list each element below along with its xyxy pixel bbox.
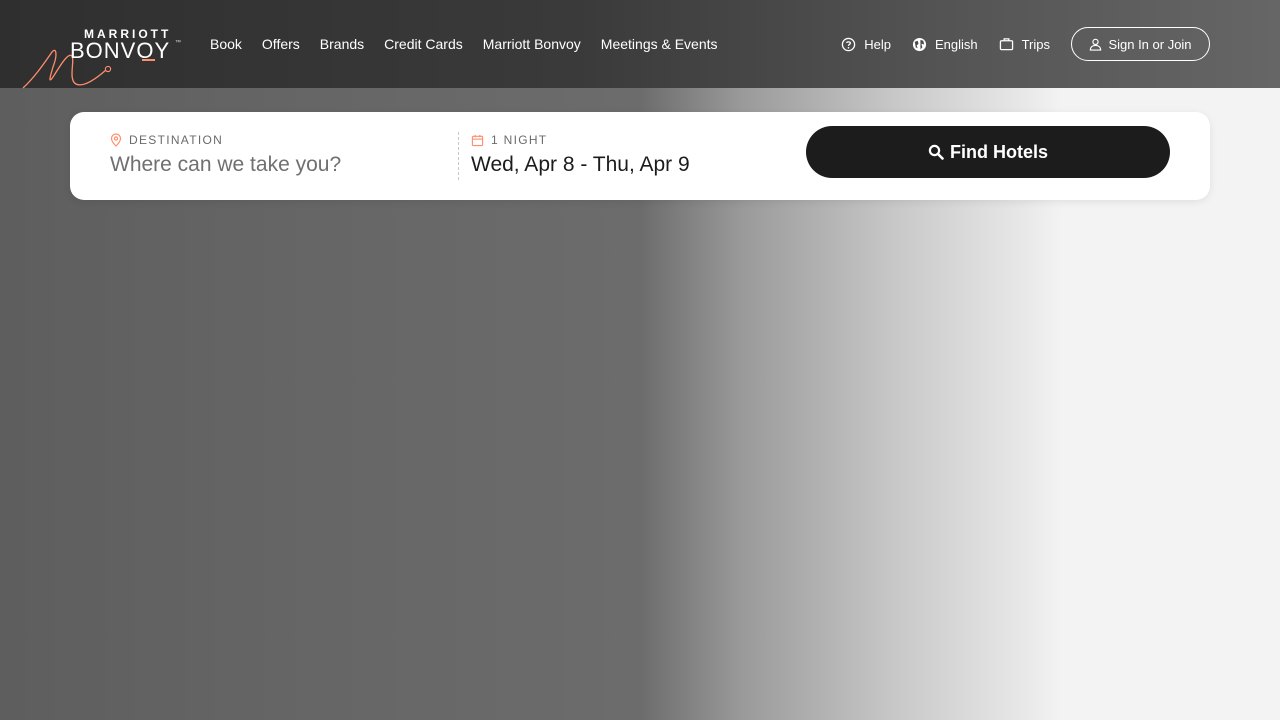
language-selector[interactable]: English [912,37,978,52]
hotel-search-panel: DESTINATION 1 NIGHT Wed, Apr 8 - Thu, Ap… [70,112,1210,200]
language-label: English [934,36,978,52]
logo-accent-dash [142,59,155,61]
help-label: Help [864,36,891,52]
sign-in-join-button[interactable]: Sign In or Join [1071,27,1210,61]
nights-label: 1 NIGHT [491,133,548,147]
destination-input[interactable] [110,153,440,177]
nav-credit-cards[interactable]: Credit Cards [384,36,463,52]
nav-offers[interactable]: Offers [262,36,300,52]
sign-in-label: Sign In or Join [1108,36,1192,52]
globe-icon [912,37,927,51]
field-divider [458,132,459,180]
nav-marriott-bonvoy[interactable]: Marriott Bonvoy [483,36,581,52]
destination-field[interactable]: DESTINATION [110,132,450,177]
dates-value: Wed, Apr 8 - Thu, Apr 9 [471,153,690,176]
nav-brands[interactable]: Brands [320,36,364,52]
search-icon [928,144,944,160]
nav-meetings-events[interactable]: Meetings & Events [601,36,718,52]
logo-trademark: ™ [175,40,181,46]
destination-label: DESTINATION [129,133,224,147]
find-hotels-label: Find Hotels [950,141,1048,162]
suitcase-icon [999,38,1013,51]
utility-nav: Help English Trips Sign In or Join [841,0,1210,88]
dates-field[interactable]: 1 NIGHT Wed, Apr 8 - Thu, Apr 9 [471,132,771,177]
help-link[interactable]: Help [841,37,891,52]
map-pin-icon [110,133,122,147]
main-nav: Book Offers Brands Credit Cards Marriott… [210,0,718,88]
help-circle-icon [841,37,856,51]
nav-book[interactable]: Book [210,36,242,52]
destination-label-row: DESTINATION [110,132,450,148]
site-header: MARRIOTT BONVOY ™ Book Offers Brands Cre… [0,0,1280,90]
user-icon [1090,38,1102,51]
marriott-bonvoy-logo[interactable]: MARRIOTT BONVOY ™ [20,22,185,90]
trips-label: Trips [1021,36,1050,52]
find-hotels-button[interactable]: Find Hotels [806,126,1170,178]
logo-wordmark-main: BONVOY [70,38,171,63]
trips-link[interactable]: Trips [999,37,1050,52]
dates-label-row: 1 NIGHT [471,132,771,148]
calendar-icon [471,134,484,146]
